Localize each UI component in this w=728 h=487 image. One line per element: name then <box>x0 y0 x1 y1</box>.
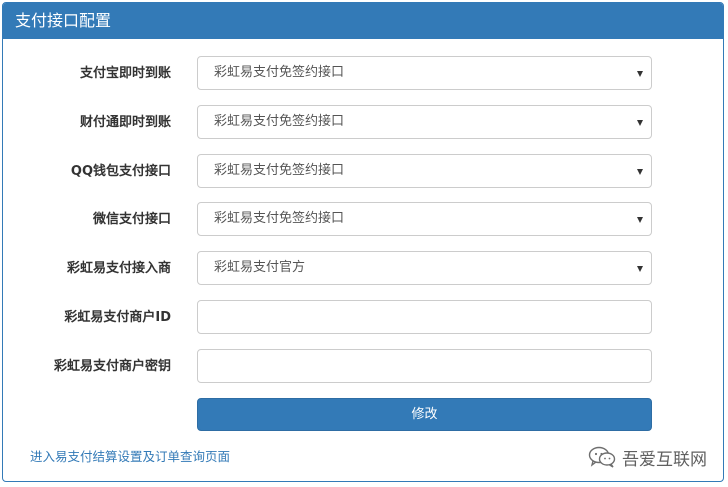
caret-down-icon <box>637 169 643 175</box>
field-row-tenpay: 财付通即时到账 彩虹易支付免签约接口 <box>3 105 723 141</box>
wxpay-select[interactable]: 彩虹易支付免签约接口 <box>197 202 652 236</box>
field-label: QQ钱包支付接口 <box>70 164 171 179</box>
field-row-merchant-id: 彩虹易支付商户ID <box>3 300 723 336</box>
field-row-qqpay: QQ钱包支付接口 彩虹易支付免签约接口 <box>3 154 723 190</box>
settlement-settings-link[interactable]: 进入易支付结算设置及订单查询页面 <box>30 448 230 466</box>
watermark: 吾爱互联网 <box>588 444 707 470</box>
alipay-select[interactable]: 彩虹易支付免签约接口 <box>197 56 652 90</box>
field-label: 彩虹易支付商户ID <box>64 310 171 325</box>
caret-down-icon <box>637 266 643 272</box>
caret-down-icon <box>637 71 643 77</box>
select-value: 彩虹易支付免签约接口 <box>214 211 345 226</box>
field-row-wxpay: 微信支付接口 彩虹易支付免签约接口 <box>3 202 723 238</box>
select-value: 彩虹易支付免签约接口 <box>214 114 345 129</box>
field-label: 支付宝即时到账 <box>79 66 171 81</box>
field-label: 彩虹易支付接入商 <box>66 261 171 276</box>
tenpay-select[interactable]: 彩虹易支付免签约接口 <box>197 105 652 139</box>
merchant-id-input[interactable] <box>197 300 652 334</box>
caret-down-icon <box>637 217 643 223</box>
field-label: 彩虹易支付商户密钥 <box>53 359 171 374</box>
merchant-key-input[interactable] <box>197 349 652 383</box>
select-value: 彩虹易支付免签约接口 <box>214 163 345 178</box>
watermark-text: 吾爱互联网 <box>622 449 707 470</box>
wechat-logo-icon <box>588 446 616 468</box>
panel-title: 支付接口配置 <box>3 3 723 39</box>
field-row-alipay: 支付宝即时到账 彩虹易支付免签约接口 <box>3 56 723 92</box>
field-label: 财付通即时到账 <box>79 115 171 130</box>
field-label: 微信支付接口 <box>92 212 171 227</box>
field-row-merchant-key: 彩虹易支付商户密钥 <box>3 349 723 385</box>
submit-button[interactable]: 修改 <box>197 398 652 431</box>
qqpay-select[interactable]: 彩虹易支付免签约接口 <box>197 154 652 188</box>
provider-select[interactable]: 彩虹易支付官方 <box>197 251 652 285</box>
select-value: 彩虹易支付官方 <box>214 260 306 275</box>
field-row-provider: 彩虹易支付接入商 彩虹易支付官方 <box>3 251 723 287</box>
payment-config-panel: 支付接口配置 支付宝即时到账 彩虹易支付免签约接口 财付通即时到账 彩虹易支付免… <box>2 2 724 482</box>
caret-down-icon <box>637 120 643 126</box>
select-value: 彩虹易支付免签约接口 <box>214 65 345 80</box>
